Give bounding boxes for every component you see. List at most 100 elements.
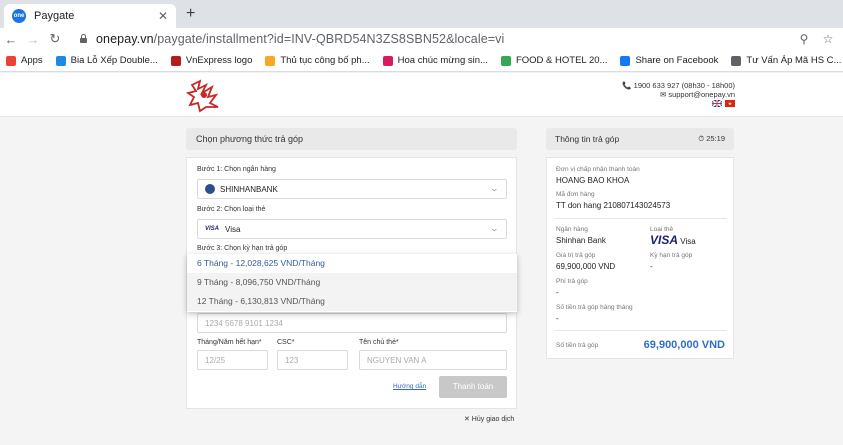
- phone-icon: 📞: [622, 81, 634, 90]
- bookmark-item[interactable]: Bia Lỗ Xếp Double...: [55, 55, 158, 66]
- bookmark-label: Apps: [21, 55, 43, 66]
- td-icon: [265, 55, 276, 66]
- installment-method-title: Chọn phương thức trả góp: [186, 128, 517, 150]
- address-bar[interactable]: onepay.vn/paygate/installment?id=INV-QBR…: [78, 29, 840, 49]
- card-type-value: Visa: [225, 224, 241, 234]
- amount-label: Giá trị trả góp: [556, 252, 596, 259]
- bookmark-icon: [55, 55, 66, 66]
- expiry-input[interactable]: 12/25: [197, 350, 268, 370]
- cvc-label: CSC*: [277, 339, 295, 346]
- url-text[interactable]: onepay.vn/paygate/installment?id=INV-QBR…: [96, 32, 792, 46]
- term-option[interactable]: 9 Tháng - 8,096,750 VND/Tháng: [187, 273, 517, 292]
- new-tab-button[interactable]: +: [186, 5, 195, 23]
- cancel-transaction-link[interactable]: ✕ Hủy giao dịch: [464, 415, 514, 423]
- tab-title: Paygate: [34, 10, 75, 22]
- vietnam-flag-icon[interactable]: [725, 100, 735, 107]
- cvc-input[interactable]: 123: [277, 350, 348, 370]
- bookmark-label: Bia Lỗ Xếp Double...: [70, 55, 158, 66]
- order-label: Mã đơn hàng: [556, 191, 595, 198]
- card-number-input[interactable]: 1234 5678 9101 1234: [197, 313, 507, 333]
- bookmark-item[interactable]: Apps: [6, 55, 43, 66]
- browser-toolbar: ← → ↻ onepay.vn/paygate/installment?id=I…: [0, 28, 843, 50]
- term-option[interactable]: 12 Tháng - 6,130,813 VND/Tháng: [187, 292, 517, 311]
- cardholder-name-label: Tên chủ thẻ*: [359, 339, 399, 346]
- total-value: 69,900,000 VND: [643, 339, 725, 351]
- apps-grid-icon: [6, 55, 16, 66]
- installment-info-title: Thông tin trả góp: [555, 134, 620, 144]
- zoom-icon[interactable]: ⚲: [792, 32, 816, 46]
- total-label: Số tiền trả góp: [556, 342, 599, 349]
- close-tab-icon[interactable]: ✕: [158, 9, 168, 23]
- bank-select-value: SHINHANBANK: [220, 184, 278, 194]
- onepay-favicon-icon: one: [12, 9, 26, 23]
- divider: [555, 218, 727, 219]
- browser-tab[interactable]: one Paygate ✕: [4, 4, 176, 28]
- globe-icon: [731, 55, 742, 66]
- chevron-down-icon: ⌄: [489, 184, 500, 193]
- bank-value: Shinhan Bank: [556, 236, 606, 245]
- merchant-logo: [186, 79, 219, 113]
- monthly-label: Số tiền trả góp hàng tháng: [556, 304, 633, 311]
- card-type-select[interactable]: VISA Visa ⌄: [197, 219, 507, 239]
- visa-logo-icon: VISA: [650, 233, 679, 247]
- bookmark-label: VnExpress logo: [185, 55, 253, 66]
- forward-icon[interactable]: →: [22, 32, 44, 47]
- bookmark-item[interactable]: Hoa chúc mừng sin...: [382, 55, 488, 66]
- bookmark-star-icon[interactable]: ☆: [816, 32, 840, 46]
- divider: [555, 330, 727, 331]
- back-icon[interactable]: ←: [0, 32, 22, 47]
- bank-label: Ngân hàng: [556, 226, 588, 233]
- term-value: -: [650, 262, 653, 271]
- vnexpress-icon: [170, 55, 181, 66]
- installment-term-dropdown: 6 Tháng - 12,028,625 VND/Tháng 9 Tháng -…: [187, 254, 517, 312]
- pay-button[interactable]: Thanh toán: [439, 376, 507, 398]
- bookmark-item[interactable]: FOOD & HOTEL 20...: [500, 55, 608, 66]
- merchant-value: HOANG BAO KHOA: [556, 176, 630, 185]
- reload-icon[interactable]: ↻: [44, 31, 66, 47]
- timer-value: 25:19: [706, 134, 725, 143]
- step1-label: Bước 1: Chọn ngân hàng: [197, 166, 276, 173]
- cardholder-name-input[interactable]: NGUYEN VAN A: [359, 350, 507, 370]
- bookmarks-bar: Apps Bia Lỗ Xếp Double... VnExpress logo Th…: [0, 50, 843, 72]
- bank-select[interactable]: SHINHANBANK ⌄: [197, 179, 507, 199]
- flower-icon: [382, 55, 393, 66]
- visa-logo-icon: VISA: [205, 226, 220, 232]
- term-option[interactable]: 6 Tháng - 12,028,625 VND/Tháng: [187, 254, 517, 273]
- bookmark-label: Hoa chúc mừng sin...: [397, 55, 488, 66]
- order-value: TT don hang 210807143024573: [556, 201, 671, 210]
- fee-value: -: [556, 288, 559, 297]
- tab-strip: one Paygate ✕ +: [0, 0, 843, 28]
- bookmark-item[interactable]: Tư Vấn Áp Mã HS C...: [731, 55, 841, 66]
- monthly-value: -: [556, 314, 559, 323]
- support-contact: 📞 1900 633 927 (08h30 - 18h00) ✉ support…: [622, 81, 735, 107]
- guide-link[interactable]: Hướng dẫn: [393, 383, 426, 390]
- drive-icon: [500, 55, 511, 66]
- lock-icon: [78, 34, 88, 44]
- bookmark-label: Tư Vấn Áp Mã HS C...: [746, 55, 842, 66]
- bookmark-label: FOOD & HOTEL 20...: [515, 55, 608, 66]
- bookmark-label: Share on Facebook: [635, 55, 719, 66]
- step2-label: Bước 2: Chọn loại thẻ: [197, 206, 266, 213]
- bookmark-label: Thủ tục công bố ph...: [280, 55, 370, 66]
- chevron-down-icon: ⌄: [489, 224, 500, 233]
- term-label: Kỳ hạn trả góp: [650, 252, 693, 259]
- paygate-page: 📞 1900 633 927 (08h30 - 18h00) ✉ support…: [0, 73, 843, 445]
- card-type-text: Visa: [680, 237, 696, 246]
- card-type-label: Loại thẻ: [650, 226, 674, 233]
- bookmark-item[interactable]: Share on Facebook: [620, 55, 718, 66]
- step3-label: Bước 3: Chọn kỳ hạn trả góp: [197, 245, 288, 252]
- installment-info-header: Thông tin trả góp ⏱ 25:19: [546, 128, 734, 150]
- support-email: support@onepay.vn: [668, 90, 735, 99]
- fee-label: Phí trả góp: [556, 278, 588, 285]
- bookmark-item[interactable]: VnExpress logo: [170, 55, 253, 66]
- installment-info-card: Đơn vị chấp nhận thanh toán HOANG BAO KH…: [546, 157, 734, 359]
- support-phone: 1900 633 927 (08h30 - 18h00): [633, 81, 735, 90]
- english-flag-icon[interactable]: [712, 100, 722, 107]
- facebook-icon: [620, 55, 631, 66]
- countdown-timer: ⏱ 25:19: [698, 134, 725, 144]
- page-header: 📞 1900 633 927 (08h30 - 18h00) ✉ support…: [0, 73, 843, 117]
- bookmark-item[interactable]: Thủ tục công bố ph...: [265, 55, 370, 66]
- amount-value: 69,900,000 VND: [556, 262, 616, 271]
- card-type-info: VISA Visa: [650, 233, 696, 247]
- merchant-label: Đơn vị chấp nhận thanh toán: [556, 166, 640, 173]
